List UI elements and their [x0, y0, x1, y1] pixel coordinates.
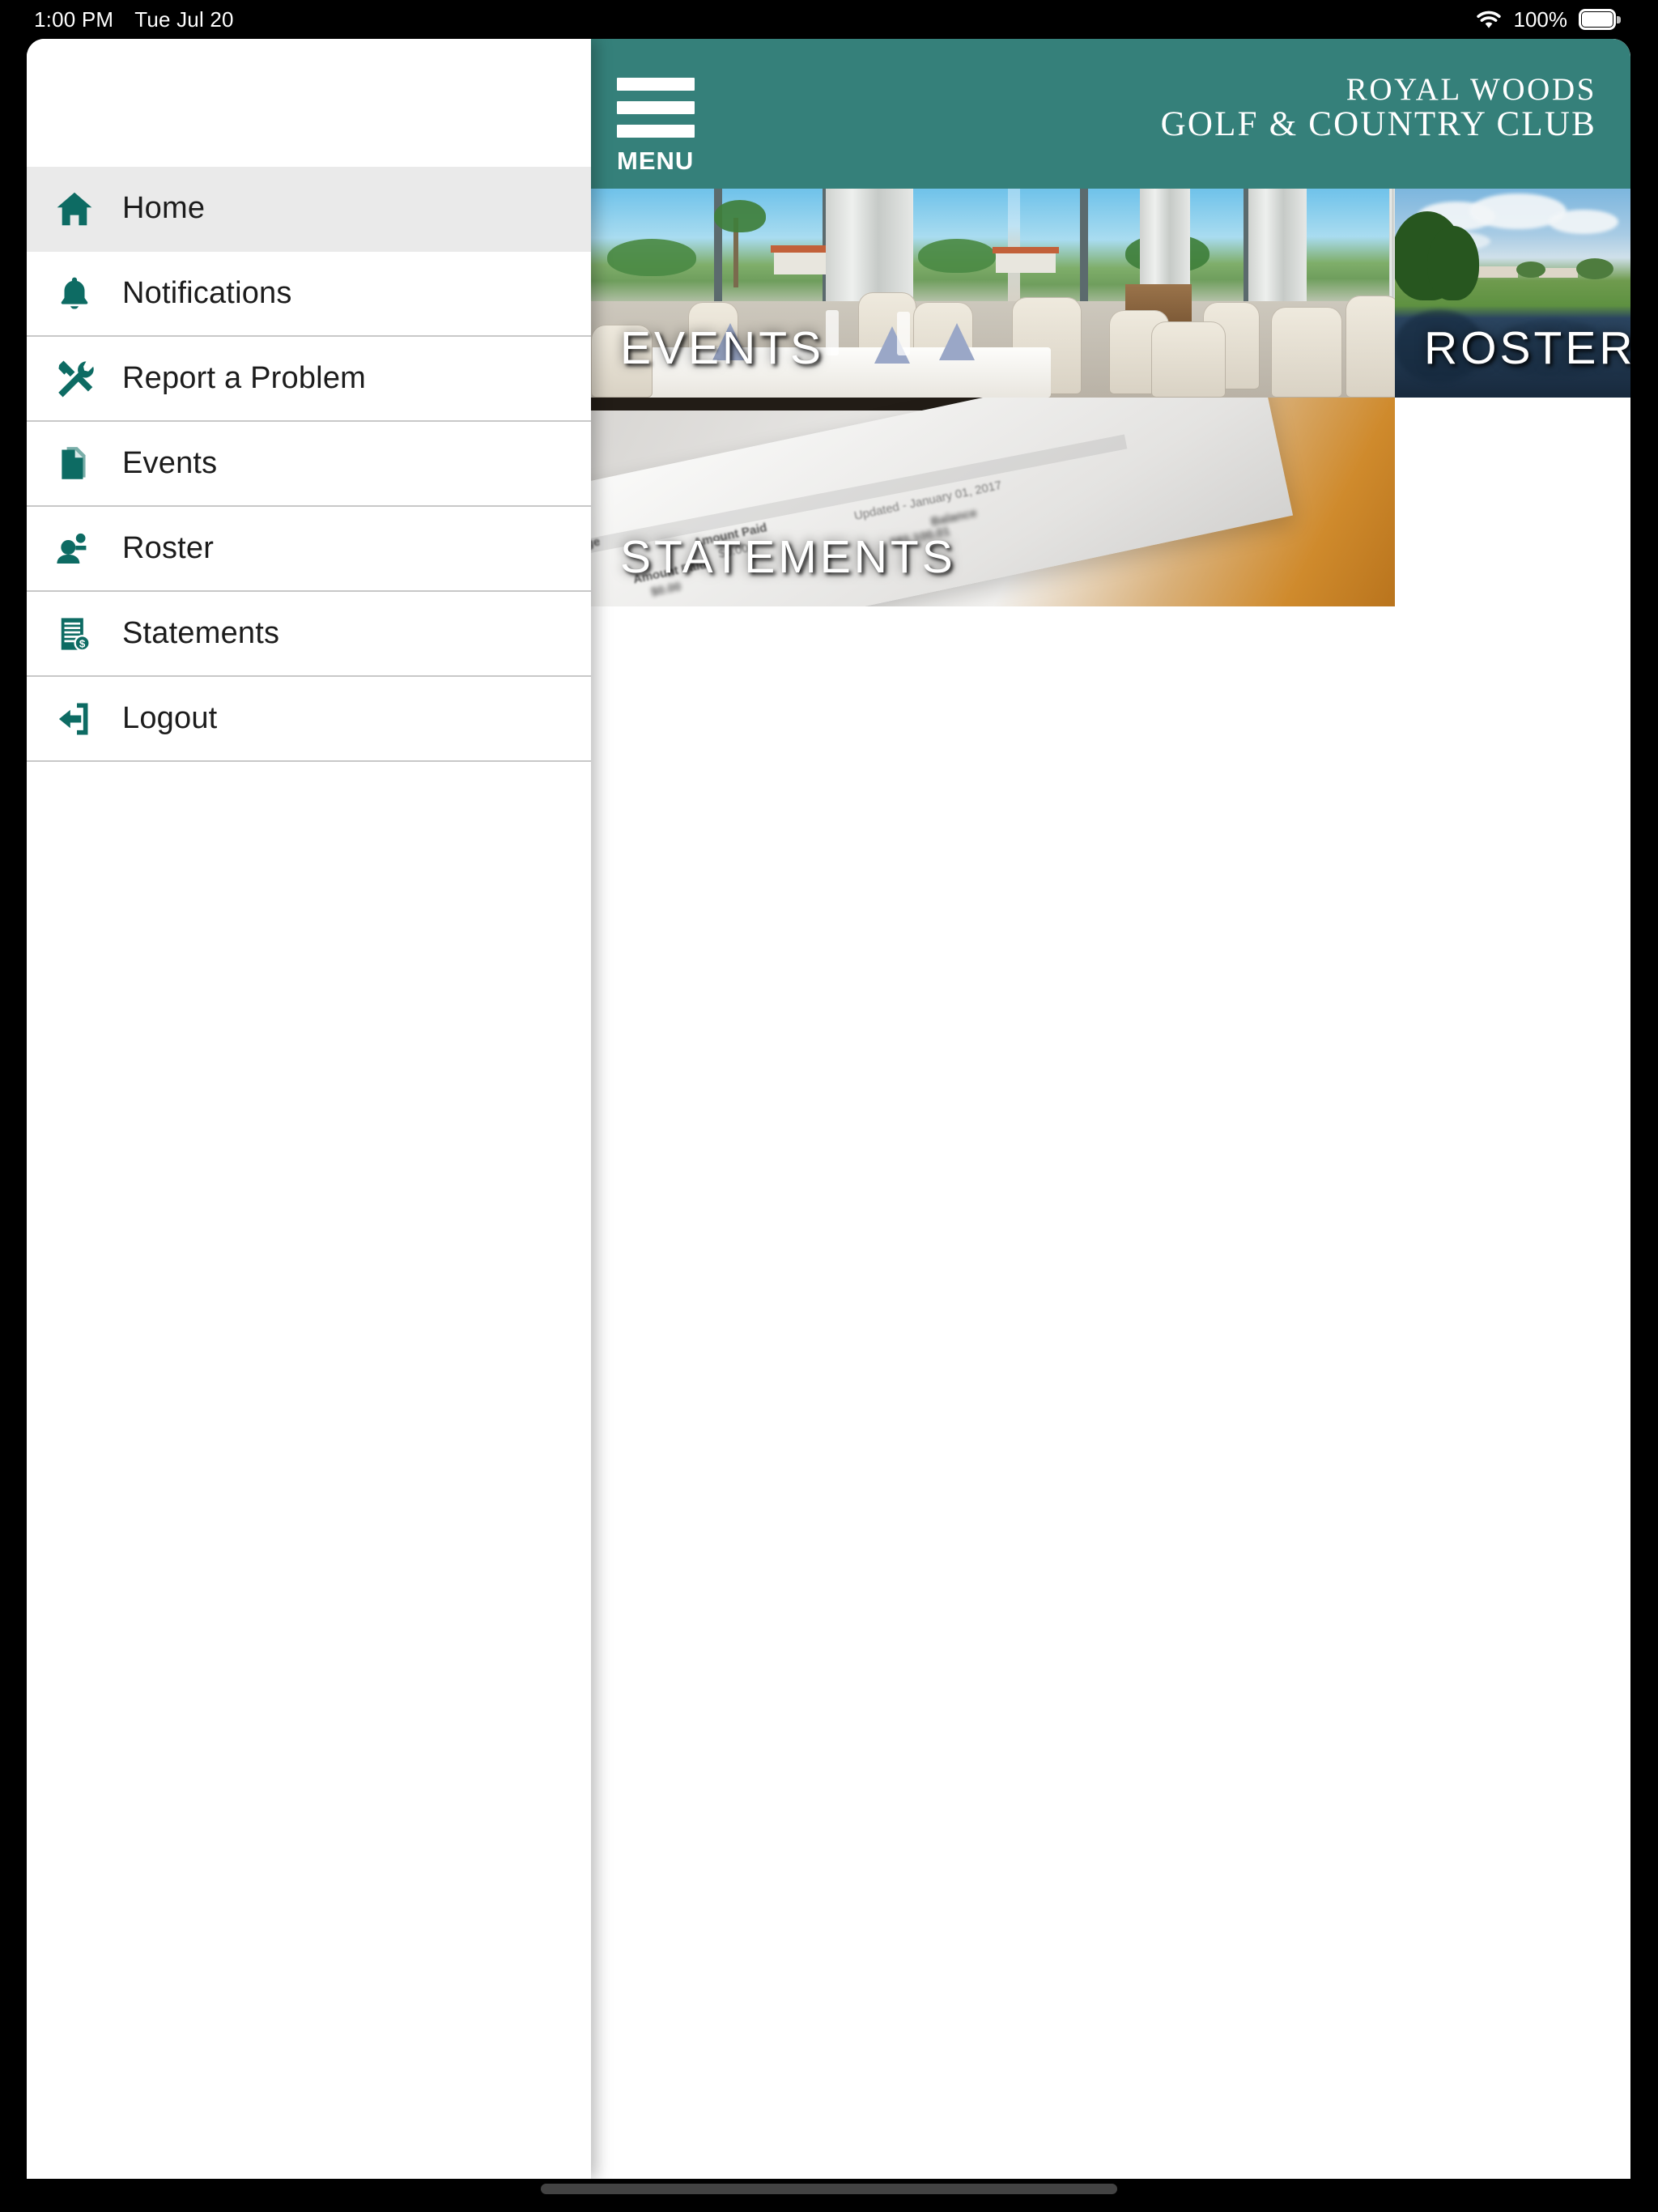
- sidebar-item-report-a-problem[interactable]: Report a Problem: [27, 337, 591, 422]
- dashboard-cards: EVENTS ROSTER Charge Amount Paid $0.00 U…: [591, 189, 1630, 606]
- logout-icon: [27, 698, 122, 740]
- sidebar-item-report-a-problem-label: Report a Problem: [122, 361, 367, 395]
- app-header-bar: MENU ROYAL WOODS GOLF & COUNTRY CLUB: [591, 39, 1630, 189]
- status-date: Tue Jul 20: [134, 6, 234, 32]
- card-roster-label: ROSTER: [1424, 322, 1630, 374]
- sidebar-item-home[interactable]: Home: [27, 167, 591, 252]
- tools-icon: [27, 357, 122, 401]
- app-window: MENU ROYAL WOODS GOLF & COUNTRY CLUB EVE…: [27, 39, 1630, 2179]
- sidebar-item-events-label: Events: [122, 446, 218, 480]
- svg-text:$: $: [79, 637, 86, 649]
- brand-line-2: GOLF & COUNTRY CLUB: [1160, 105, 1596, 144]
- card-statements-label: STATEMENTS: [620, 531, 956, 583]
- status-bar: 1:00 PM Tue Jul 20 100%: [0, 0, 1658, 39]
- sidebar-item-logout[interactable]: Logout: [27, 677, 591, 762]
- drawer-header: [27, 39, 591, 167]
- sidebar-item-logout-label: Logout: [122, 701, 218, 735]
- battery-full-icon: [1579, 9, 1621, 30]
- sidebar-item-events[interactable]: Events: [27, 422, 591, 507]
- hamburger-icon: [615, 78, 719, 138]
- wifi-icon: [1475, 9, 1503, 30]
- drawer-menu-list: Home Notifications Report a Problem Even…: [27, 167, 591, 762]
- status-bar-right: 100%: [1475, 0, 1621, 39]
- sidebar-item-notifications[interactable]: Notifications: [27, 252, 591, 337]
- card-row-bottom: Charge $0.00 Amount Paid $0.00 Updated -…: [591, 398, 1630, 606]
- documents-icon: [27, 442, 122, 486]
- navigation-drawer: Home Notifications Report a Problem Even…: [27, 39, 591, 2179]
- people-icon: [27, 527, 122, 571]
- card-statements[interactable]: Charge $0.00 Amount Paid $0.00 Updated -…: [591, 398, 1395, 606]
- main-content: MENU ROYAL WOODS GOLF & COUNTRY CLUB EVE…: [591, 39, 1630, 2179]
- brand-line-1: ROYAL WOODS: [1346, 72, 1596, 107]
- sidebar-item-roster[interactable]: Roster: [27, 507, 591, 592]
- menu-button-label: MENU: [617, 147, 695, 175]
- status-bar-left: 1:00 PM Tue Jul 20: [34, 0, 234, 39]
- ipad-screen: 1:00 PM Tue Jul 20 100% MENU ROYAL WOODS…: [0, 0, 1658, 2212]
- sidebar-item-statements[interactable]: $ Statements: [27, 592, 591, 677]
- bell-icon: [27, 272, 122, 316]
- sidebar-item-notifications-label: Notifications: [122, 276, 292, 310]
- menu-button[interactable]: MENU: [615, 78, 719, 173]
- home-icon: [27, 187, 122, 231]
- sidebar-item-statements-label: Statements: [122, 616, 280, 650]
- card-events-label: EVENTS: [620, 322, 825, 374]
- card-roster[interactable]: ROSTER: [1395, 189, 1630, 398]
- sidebar-item-roster-label: Roster: [122, 531, 215, 565]
- battery-percent: 100%: [1513, 6, 1568, 32]
- club-brand: ROYAL WOODS GOLF & COUNTRY CLUB: [1161, 73, 1596, 143]
- sidebar-item-home-label: Home: [122, 191, 206, 225]
- card-events[interactable]: EVENTS: [591, 189, 1395, 398]
- invoice-usd-icon: $: [27, 612, 122, 656]
- home-indicator[interactable]: [541, 2184, 1117, 2194]
- card-row-top: EVENTS ROSTER: [591, 189, 1630, 398]
- status-time: 1:00 PM: [34, 6, 114, 32]
